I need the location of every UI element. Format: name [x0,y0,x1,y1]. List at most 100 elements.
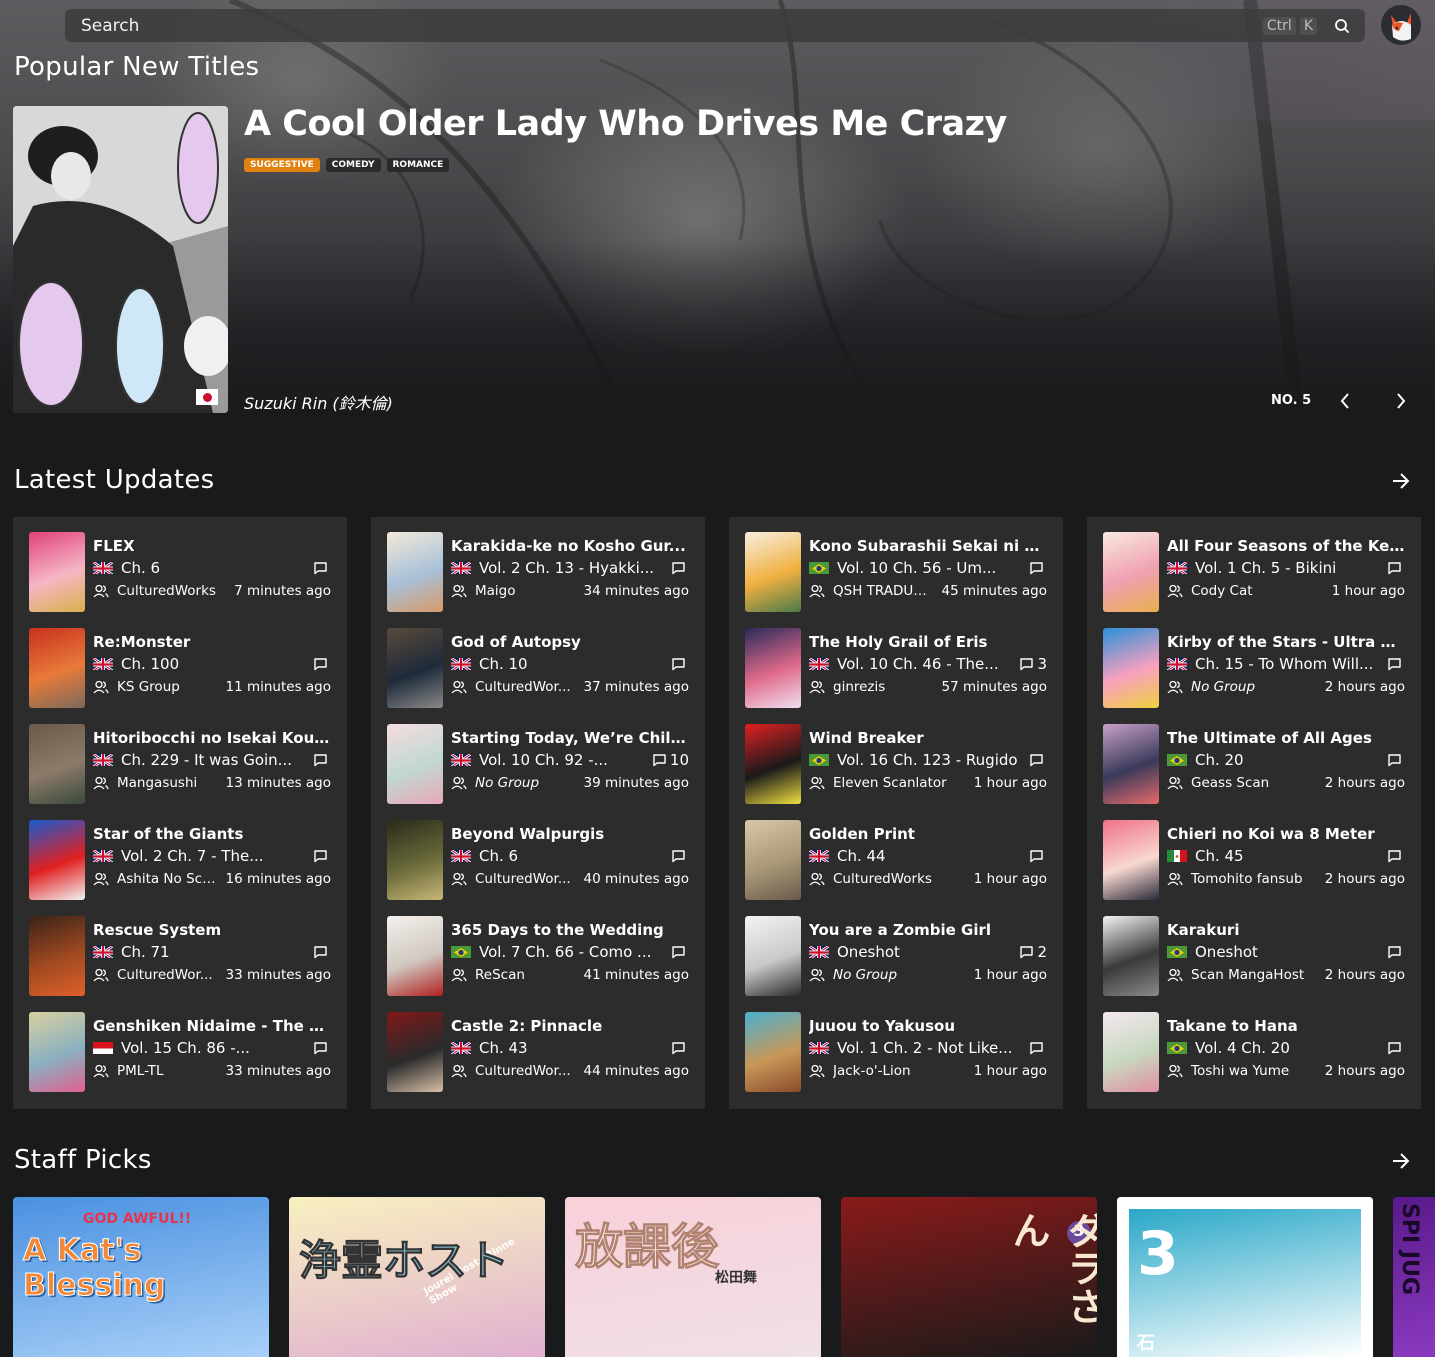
chapter-link[interactable]: Vol. 15 Ch. 86 -... [121,1039,305,1057]
update-list-item[interactable]: Kono Subarashii Sekai ni S... Vol. 10 Ch.… [745,532,1047,628]
update-list-item[interactable]: The Ultimate of All Ages Ch. 20 Geass Scan… [1103,724,1405,820]
scanlation-group-link[interactable]: Geass Scan [1191,775,1319,791]
chapter-link[interactable]: Oneshot [837,943,1011,961]
update-list-item[interactable]: Karakuri Oneshot Scan MangaHost 2 hours ago [1103,916,1405,1012]
update-list-item[interactable]: Karakida-ke no Kosho Gur... Vol. 2 Ch. 13… [387,532,689,628]
scanlation-group-link[interactable]: No Group [833,967,968,983]
scanlation-group-link[interactable]: CulturedWor... [475,679,577,695]
update-list-item[interactable]: You are a Zombie Girl Oneshot 2 No Group 1 h… [745,916,1047,1012]
search-input[interactable] [81,15,1263,36]
manga-cover-thumbnail[interactable] [745,724,801,804]
manga-cover-thumbnail[interactable] [745,916,801,996]
update-list-item[interactable]: Takane to Hana Vol. 4 Ch. 20 Toshi wa Yume… [1103,1012,1405,1108]
scanlation-group-link[interactable]: Maigo [475,583,577,599]
comments-button[interactable] [313,945,331,959]
scanlation-group-link[interactable]: PML-TL [117,1063,219,1079]
update-list-item[interactable]: Hitoribocchi no Isekai Kour... Ch. 229 - … [29,724,331,820]
scanlation-group-link[interactable]: CulturedWorks [833,871,968,887]
update-list-item[interactable]: Chieri no Koi wa 8 Meter Ch. 45 Tomohito f… [1103,820,1405,916]
comments-button[interactable] [1387,945,1405,959]
comments-button[interactable] [1029,1041,1047,1055]
manga-title[interactable]: Beyond Walpurgis [451,825,689,843]
scanlation-group-link[interactable]: Eleven Scanlator [833,775,968,791]
manga-cover-thumbnail[interactable] [1103,820,1159,900]
manga-cover-thumbnail[interactable] [387,628,443,708]
chapter-link[interactable]: Vol. 2 Ch. 7 - The... [121,847,305,865]
comments-button[interactable] [671,561,689,575]
staff-pick-cover[interactable]: 松田舞 放課後 [565,1197,821,1357]
comments-button[interactable] [1387,1041,1405,1055]
comments-button[interactable] [1387,657,1405,671]
manga-title[interactable]: Takane to Hana [1167,1017,1405,1035]
scanlation-group-link[interactable]: CulturedWor... [475,1063,577,1079]
chapter-link[interactable]: Ch. 44 [837,847,1021,865]
scanlation-group-link[interactable]: Mangasushi [117,775,219,791]
update-list-item[interactable]: Star of the Giants Vol. 2 Ch. 7 - The... A… [29,820,331,916]
staff-pick-cover[interactable]: 3令和のダラさん [841,1197,1097,1357]
manga-title[interactable]: All Four Seasons of the Key... [1167,537,1405,555]
manga-title[interactable]: Juuou to Yakusou [809,1017,1047,1035]
user-avatar[interactable] [1381,5,1421,45]
comments-button[interactable] [1387,561,1405,575]
scanlation-group-link[interactable]: No Group [1191,679,1319,695]
featured-title[interactable]: A Cool Older Lady Who Drives Me Crazy [244,104,1007,144]
manga-cover-thumbnail[interactable] [1103,628,1159,708]
chapter-link[interactable]: Ch. 6 [479,847,663,865]
update-list-item[interactable]: God of Autopsy Ch. 10 CulturedWor... 37 min… [387,628,689,724]
next-title-button[interactable] [1388,388,1414,414]
comments-button[interactable]: 10 [652,751,689,769]
chapter-link[interactable]: Vol. 4 Ch. 20 [1195,1039,1379,1057]
chapter-link[interactable]: Vol. 1 Ch. 2 - Not Like... [837,1039,1021,1057]
manga-title[interactable]: Genshiken Nidaime - The S... [93,1017,331,1035]
comments-button[interactable] [1029,849,1047,863]
comments-button[interactable] [313,1041,331,1055]
manga-title[interactable]: God of Autopsy [451,633,689,651]
comments-button[interactable]: 3 [1019,655,1047,673]
scanlation-group-link[interactable]: Ashita No Sca... [117,871,219,887]
scanlation-group-link[interactable]: Toshi wa Yume [1191,1063,1319,1079]
manga-title[interactable]: Kono Subarashii Sekai ni S... [809,537,1047,555]
chapter-link[interactable]: Ch. 71 [121,943,305,961]
previous-title-button[interactable] [1332,388,1358,414]
manga-cover-thumbnail[interactable] [1103,1012,1159,1092]
manga-title[interactable]: Starting Today, We’re Child... [451,729,689,747]
tag-romance[interactable]: ROMANCE [386,158,450,172]
scanlation-group-link[interactable]: Jack-o'-Lion [833,1063,968,1079]
chapter-link[interactable]: Ch. 15 - To Whom Will... [1195,655,1379,673]
manga-cover-thumbnail[interactable] [29,1012,85,1092]
comments-button[interactable] [313,849,331,863]
staff-pick-cover[interactable]: 石3 [1117,1197,1373,1357]
chapter-link[interactable]: Ch. 20 [1195,751,1379,769]
chapter-link[interactable]: Vol. 16 Ch. 123 - Rugido [837,751,1021,769]
manga-title[interactable]: Karakida-ke no Kosho Gur... [451,537,689,555]
chapter-link[interactable]: Vol. 10 Ch. 92 -... [479,751,644,769]
chapter-link[interactable]: Oneshot [1195,943,1379,961]
comments-button[interactable] [313,753,331,767]
comments-button[interactable]: 2 [1019,943,1047,961]
manga-title[interactable]: The Holy Grail of Eris [809,633,1047,651]
manga-title[interactable]: Castle 2: Pinnacle [451,1017,689,1035]
scanlation-group-link[interactable]: CulturedWorks [117,583,228,599]
scanlation-group-link[interactable]: No Group [475,775,577,791]
staff-picks-more-button[interactable] [1388,1148,1414,1174]
manga-cover-thumbnail[interactable] [745,532,801,612]
scanlation-group-link[interactable]: Tomohito fansub [1191,871,1319,887]
manga-cover-thumbnail[interactable] [387,916,443,996]
manga-title[interactable]: Rescue System [93,921,331,939]
manga-cover-thumbnail[interactable] [29,628,85,708]
chapter-link[interactable]: Vol. 10 Ch. 56 - Um... [837,559,1021,577]
manga-title[interactable]: Re:Monster [93,633,331,651]
latest-updates-more-button[interactable] [1388,468,1414,494]
update-list-item[interactable]: Kirby of the Stars - Ultra Su... Ch. 15 -… [1103,628,1405,724]
update-list-item[interactable]: Wind Breaker Vol. 16 Ch. 123 - Rugido Elev… [745,724,1047,820]
manga-cover-thumbnail[interactable] [745,820,801,900]
manga-cover-thumbnail[interactable] [745,1012,801,1092]
manga-cover-thumbnail[interactable] [387,532,443,612]
chapter-link[interactable]: Ch. 100 [121,655,305,673]
comments-button[interactable] [671,945,689,959]
update-list-item[interactable]: 365 Days to the Wedding Vol. 7 Ch. 66 - C… [387,916,689,1012]
chapter-link[interactable]: Vol. 1 Ch. 5 - Bikini [1195,559,1379,577]
update-list-item[interactable]: Beyond Walpurgis Ch. 6 CulturedWor... 40 mi… [387,820,689,916]
manga-cover-thumbnail[interactable] [387,1012,443,1092]
comments-button[interactable] [671,657,689,671]
